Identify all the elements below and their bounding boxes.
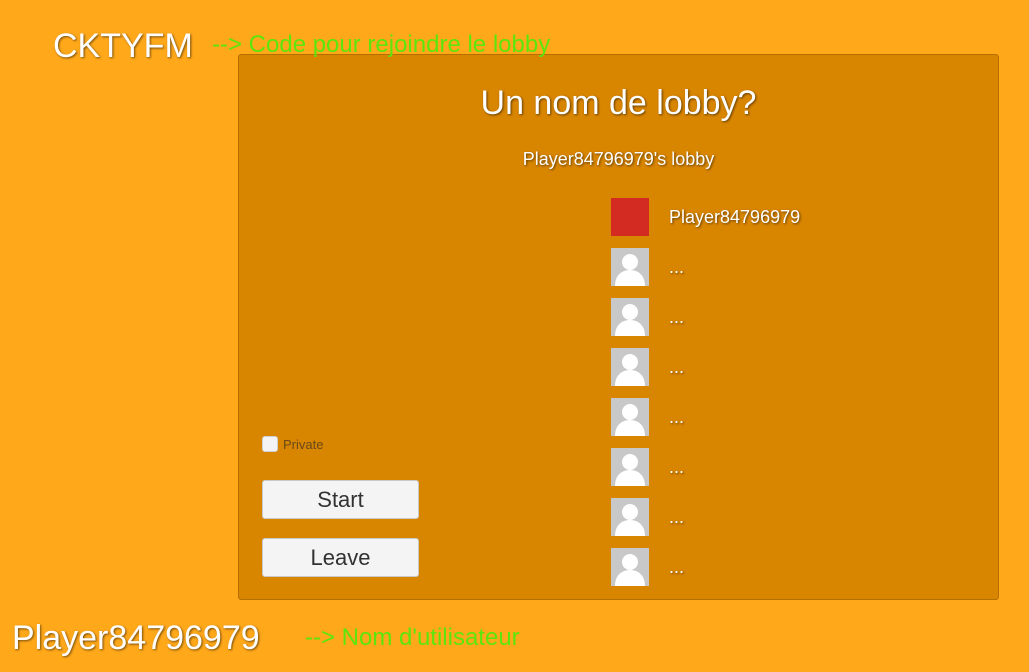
user-silhouette-icon xyxy=(611,498,649,536)
user-silhouette-icon xyxy=(611,548,649,586)
player-slot: Player84796979 xyxy=(611,198,971,236)
player-name: ... xyxy=(669,307,685,327)
user-silhouette-icon xyxy=(611,298,649,336)
lobby-panel: Un nom de lobby? Player84796979's lobby … xyxy=(238,54,999,600)
player-slot: ... xyxy=(611,248,971,286)
player-slot: ... xyxy=(611,398,971,436)
player-slot: ... xyxy=(611,548,971,586)
player-name: ... xyxy=(669,457,685,477)
user-silhouette-icon xyxy=(611,348,649,386)
player-name: Player84796979 xyxy=(669,207,801,227)
player-name: ... xyxy=(669,357,685,377)
player-slot: ... xyxy=(611,498,971,536)
private-toggle[interactable]: Private xyxy=(262,435,323,453)
player-slot: ... xyxy=(611,348,971,386)
leave-button[interactable]: Leave xyxy=(262,538,419,577)
user-silhouette-icon xyxy=(611,448,649,486)
lobby-code: CKTYFM xyxy=(53,27,193,65)
private-label: Private xyxy=(283,436,324,452)
username-annotation: --> Nom d'utilisateur xyxy=(305,624,520,651)
user-silhouette-icon xyxy=(611,398,649,436)
player-name: ... xyxy=(669,407,685,427)
user-silhouette-icon xyxy=(611,248,649,286)
username: Player84796979 xyxy=(12,619,260,657)
lobby-name: Player84796979's lobby xyxy=(522,149,715,169)
player-color-swatch xyxy=(611,198,649,236)
player-name: ... xyxy=(669,557,685,577)
player-name: ... xyxy=(669,257,685,277)
player-name: ... xyxy=(669,507,685,527)
lobby-code-annotation: --> Code pour rejoindre le lobby xyxy=(212,31,551,58)
start-button[interactable]: Start xyxy=(262,480,419,519)
private-checkbox[interactable] xyxy=(262,436,278,452)
player-slot: ... xyxy=(611,298,971,336)
player-slot: ... xyxy=(611,448,971,486)
panel-title: Un nom de lobby? xyxy=(480,84,757,122)
